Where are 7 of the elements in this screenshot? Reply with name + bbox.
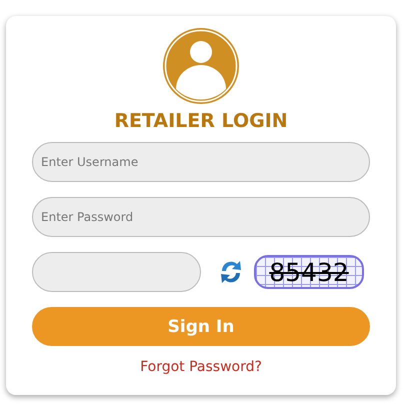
forgot-password-link[interactable]: Forgot Password? (140, 359, 262, 375)
captcha-field[interactable] (32, 252, 201, 292)
captcha-code: 85432 (254, 255, 364, 289)
password-field[interactable]: Enter Password (32, 197, 370, 237)
user-avatar-icon (162, 27, 240, 105)
username-field[interactable]: Enter Username (32, 142, 370, 182)
login-title: RETAILER LOGIN (114, 110, 288, 132)
